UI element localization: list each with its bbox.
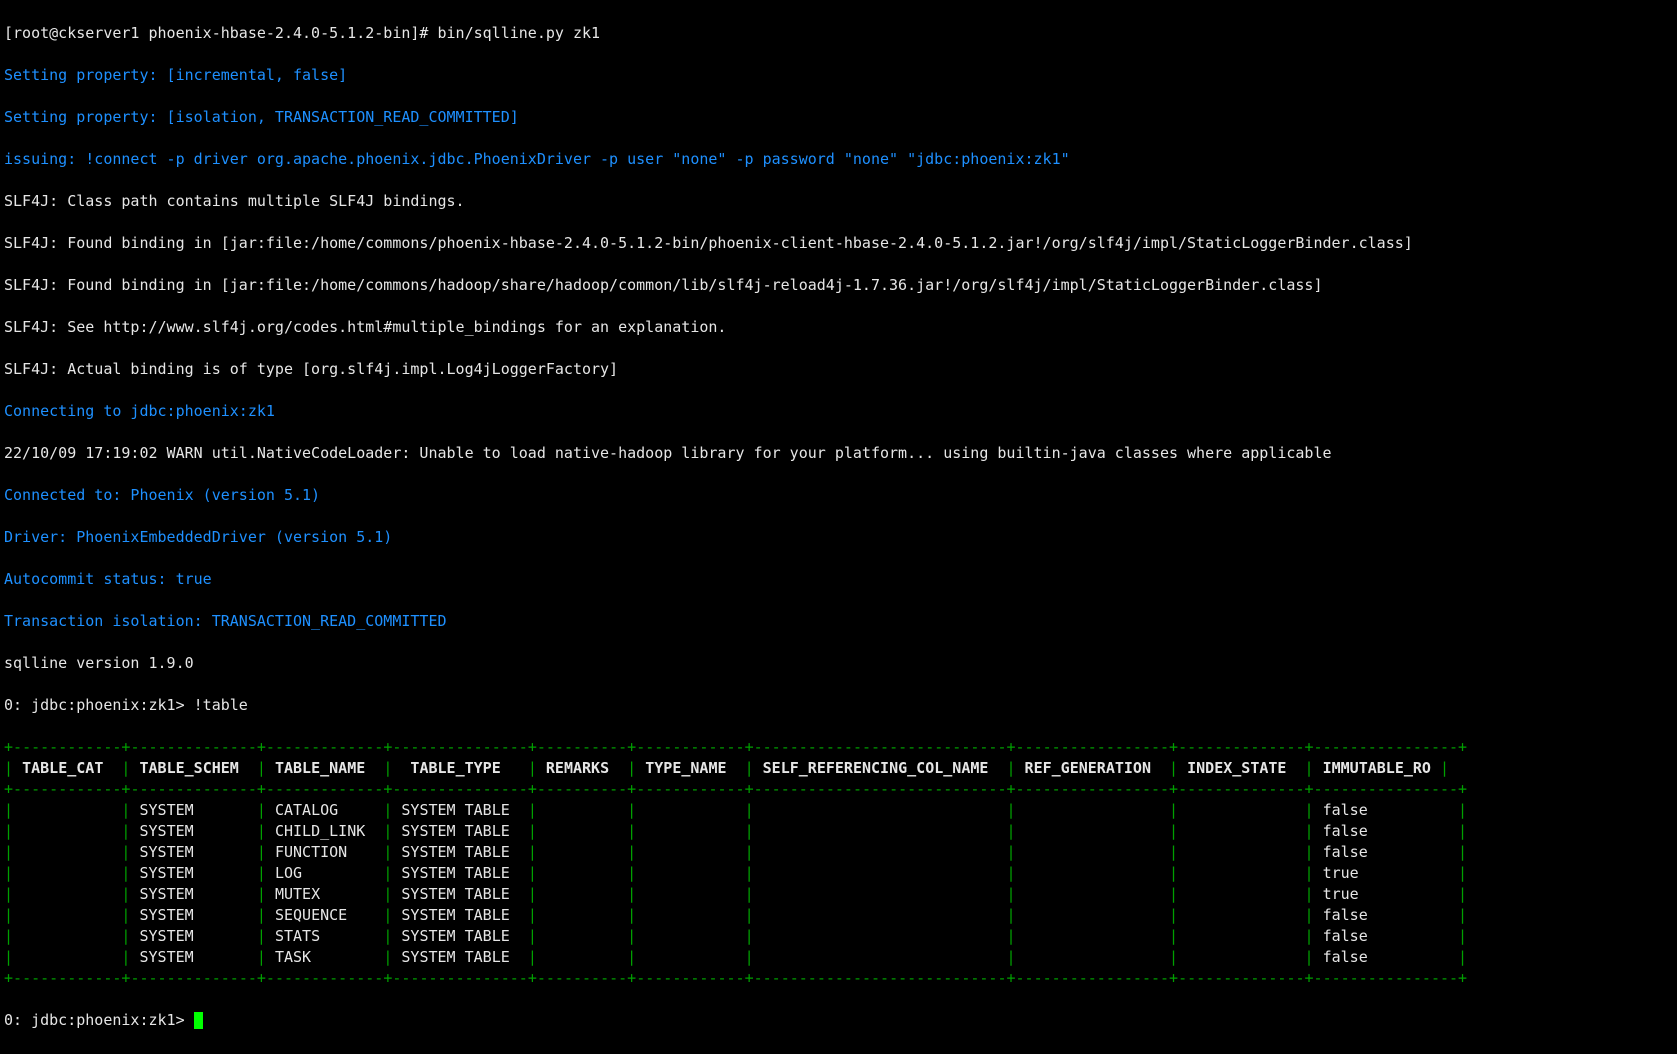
log-line: issuing: !connect -p driver org.apache.p…: [4, 149, 1673, 170]
table-row: | | SYSTEM | TASK | SYSTEM TABLE | | | |…: [4, 947, 1673, 968]
table-row: | | SYSTEM | STATS | SYSTEM TABLE | | | …: [4, 926, 1673, 947]
log-line: SLF4J: Class path contains multiple SLF4…: [4, 191, 1673, 212]
table-row: +------------+--------------+-----------…: [4, 968, 1673, 989]
log-line: Driver: PhoenixEmbeddedDriver (version 5…: [4, 527, 1673, 548]
table-row: | | SYSTEM | SEQUENCE | SYSTEM TABLE | |…: [4, 905, 1673, 926]
terminal-output[interactable]: [root@ckserver1 phoenix-hbase-2.4.0-5.1.…: [0, 0, 1677, 1054]
log-line: Setting property: [incremental, false]: [4, 65, 1673, 86]
table-row: +------------+--------------+-----------…: [4, 737, 1673, 758]
log-line: 22/10/09 17:19:02 WARN util.NativeCodeLo…: [4, 443, 1673, 464]
sql-prompt-line: 0: jdbc:phoenix:zk1> !table: [4, 695, 1673, 716]
log-line: SLF4J: Found binding in [jar:file:/home/…: [4, 233, 1673, 254]
log-line: SLF4J: Found binding in [jar:file:/home/…: [4, 275, 1673, 296]
log-line: Connecting to jdbc:phoenix:zk1: [4, 401, 1673, 422]
shell-prompt-line: [root@ckserver1 phoenix-hbase-2.4.0-5.1.…: [4, 23, 1673, 44]
log-line: SLF4J: Actual binding is of type [org.sl…: [4, 359, 1673, 380]
table-row: | | SYSTEM | MUTEX | SYSTEM TABLE | | | …: [4, 884, 1673, 905]
result-table: +------------+--------------+-----------…: [4, 737, 1673, 989]
log-line: Autocommit status: true: [4, 569, 1673, 590]
cursor-icon: [194, 1012, 203, 1029]
table-row: | | SYSTEM | FUNCTION | SYSTEM TABLE | |…: [4, 842, 1673, 863]
table-row: | | SYSTEM | CHILD_LINK | SYSTEM TABLE |…: [4, 821, 1673, 842]
table-row: | | SYSTEM | LOG | SYSTEM TABLE | | | | …: [4, 863, 1673, 884]
log-line: Transaction isolation: TRANSACTION_READ_…: [4, 611, 1673, 632]
log-line: sqlline version 1.9.0: [4, 653, 1673, 674]
log-line: Connected to: Phoenix (version 5.1): [4, 485, 1673, 506]
table-row: | TABLE_CAT | TABLE_SCHEM | TABLE_NAME |…: [4, 758, 1673, 779]
log-line: SLF4J: See http://www.slf4j.org/codes.ht…: [4, 317, 1673, 338]
table-row: +------------+--------------+-----------…: [4, 779, 1673, 800]
sql-prompt-line[interactable]: 0: jdbc:phoenix:zk1>: [4, 1010, 1673, 1031]
table-row: | | SYSTEM | CATALOG | SYSTEM TABLE | | …: [4, 800, 1673, 821]
log-line: Setting property: [isolation, TRANSACTIO…: [4, 107, 1673, 128]
